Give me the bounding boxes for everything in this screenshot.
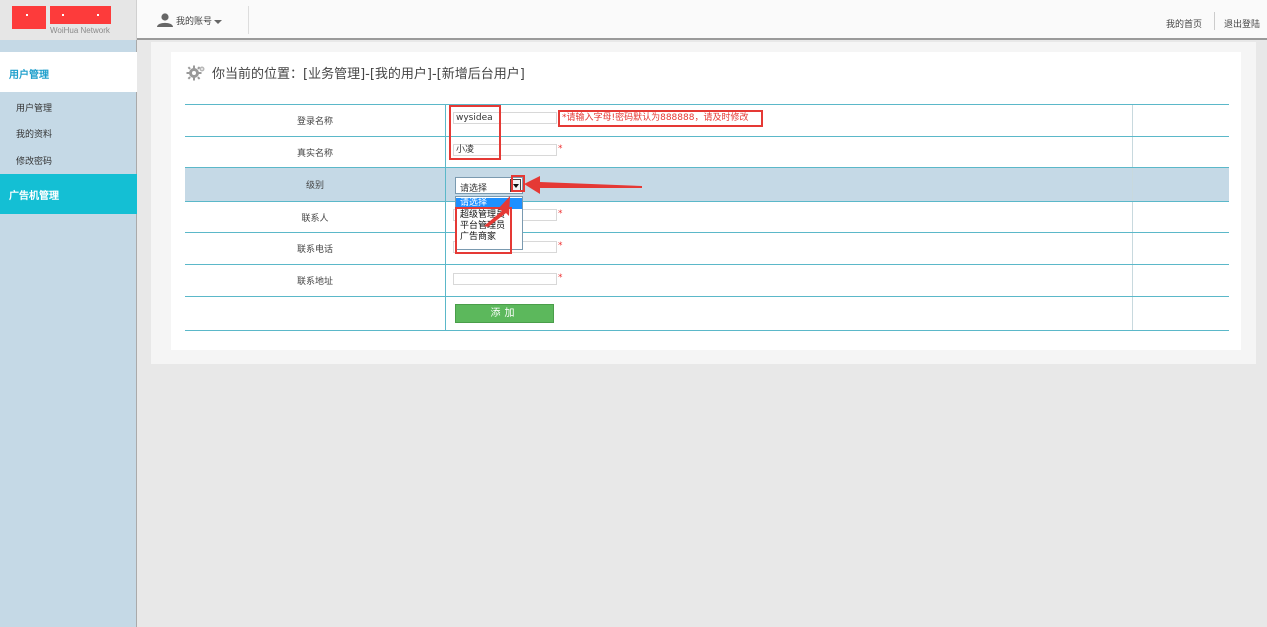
annotation-arrows bbox=[0, 0, 1267, 627]
arrow-icon bbox=[524, 176, 642, 194]
arrow-icon bbox=[484, 196, 510, 227]
